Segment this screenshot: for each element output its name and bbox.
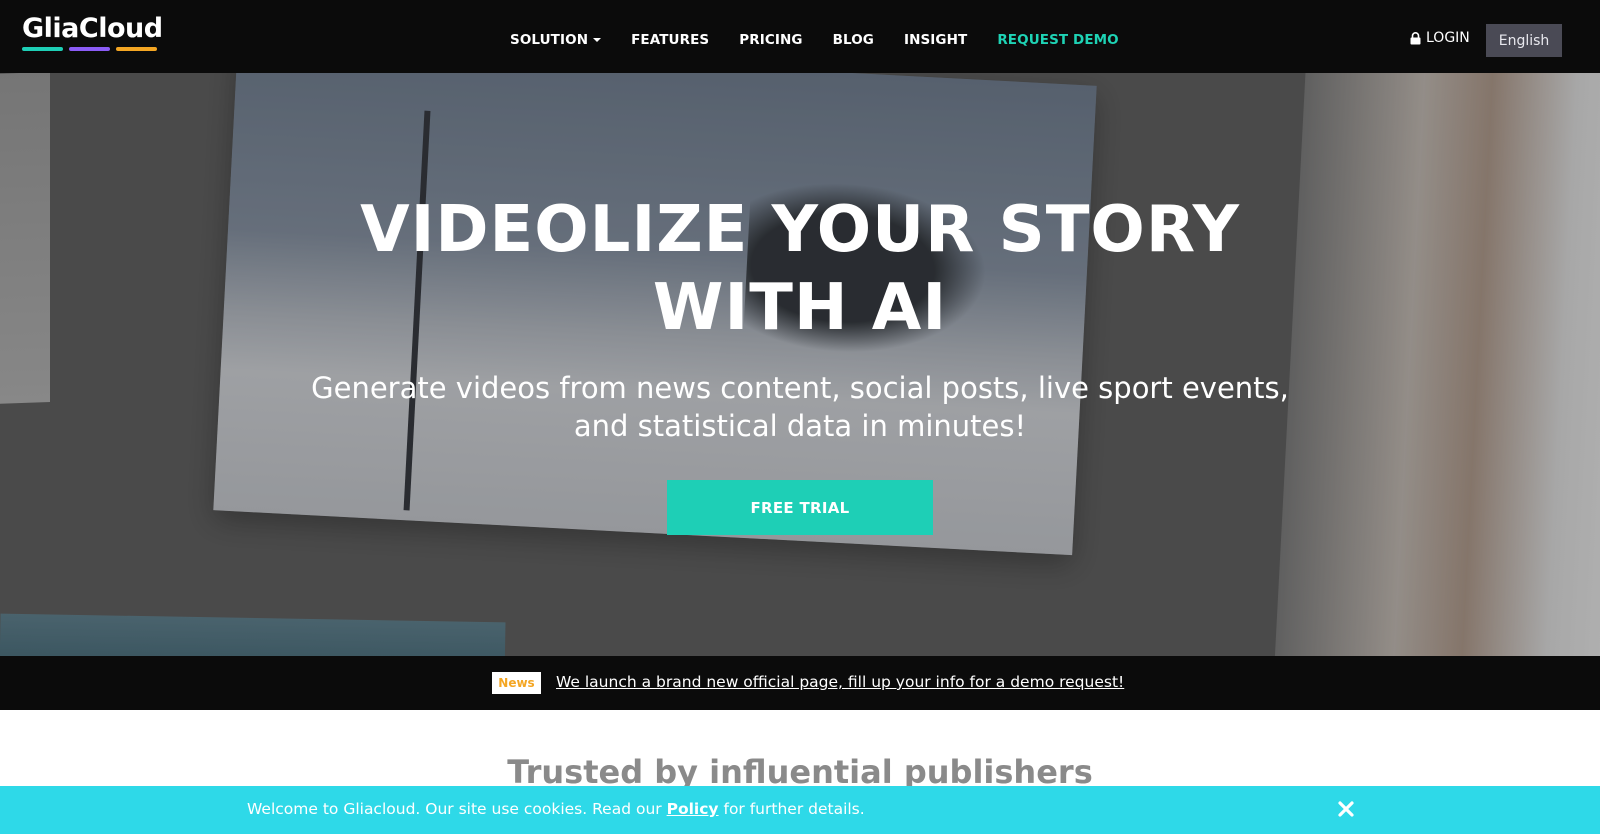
logo-bar-purple xyxy=(69,47,110,51)
nav-item-label: PRICING xyxy=(739,32,803,48)
close-icon[interactable] xyxy=(1335,798,1357,820)
nav-item-label: BLOG xyxy=(832,32,874,48)
nav-item-label: SOLUTION xyxy=(510,32,589,48)
hero-subtitle: Generate videos from news content, socia… xyxy=(280,369,1320,445)
nav-item-pricing[interactable]: PRICING xyxy=(739,32,802,48)
hero-subtitle-line2: and statistical data in minutes! xyxy=(573,409,1027,443)
site-header: GliaCloud SOLUTION FEATURES PRICING BLOG… xyxy=(0,0,1600,73)
nav-item-request-demo[interactable]: REQUEST DEMO xyxy=(997,32,1118,48)
logo-text: GliaCloud xyxy=(22,13,163,44)
nav-item-label: FEATURES xyxy=(631,32,710,48)
cookie-text: Welcome to Gliacloud. Our site use cooki… xyxy=(247,800,865,818)
nav-item-solution[interactable]: SOLUTION xyxy=(510,32,602,48)
gliacloud-logo[interactable]: GliaCloud xyxy=(22,14,167,56)
free-trial-label: FREE TRIAL xyxy=(750,498,850,517)
nav-item-features[interactable]: FEATURES xyxy=(631,32,709,48)
logo-bar-orange xyxy=(116,47,157,51)
nav-item-blog[interactable]: BLOG xyxy=(833,32,874,48)
logo-bars xyxy=(22,47,167,51)
hero-subtitle-line1: Generate videos from news content, socia… xyxy=(311,371,1289,405)
free-trial-button[interactable]: FREE TRIAL xyxy=(667,480,933,535)
cookie-banner: Welcome to Gliacloud. Our site use cooki… xyxy=(0,786,1600,834)
news-badge: News xyxy=(492,672,541,694)
language-label: English xyxy=(1498,32,1550,49)
caret-down-icon xyxy=(593,38,602,42)
hero-title: VIDEOLIZE YOUR STORY WITH AI xyxy=(300,191,1300,347)
news-link[interactable]: We launch a brand new official page, fil… xyxy=(556,673,1124,691)
hero-section: VIDEOLIZE YOUR STORY WITH AI Generate vi… xyxy=(0,73,1600,656)
hero-overlay xyxy=(0,73,1600,656)
nav-item-insight[interactable]: INSIGHT xyxy=(904,32,967,48)
cookie-text-after: for further details. xyxy=(723,800,865,818)
nav-item-label: INSIGHT xyxy=(903,32,968,48)
main-nav: SOLUTION FEATURES PRICING BLOG INSIGHT R… xyxy=(510,0,1149,80)
cookie-policy-link[interactable]: Policy xyxy=(667,800,719,818)
login-link[interactable]: LOGIN xyxy=(1410,30,1470,46)
lock-icon xyxy=(1410,31,1421,44)
news-bar: News We launch a brand new official page… xyxy=(0,656,1600,710)
hero-title-line2: WITH AI xyxy=(652,271,948,345)
cookie-text-before: Welcome to Gliacloud. Our site use cooki… xyxy=(247,800,662,818)
login-label: LOGIN xyxy=(1426,30,1470,46)
logo-bar-teal xyxy=(22,47,63,51)
hero-title-line1: VIDEOLIZE YOUR STORY xyxy=(360,193,1240,267)
language-select[interactable]: English xyxy=(1486,24,1562,57)
nav-item-label: REQUEST DEMO xyxy=(997,32,1119,48)
